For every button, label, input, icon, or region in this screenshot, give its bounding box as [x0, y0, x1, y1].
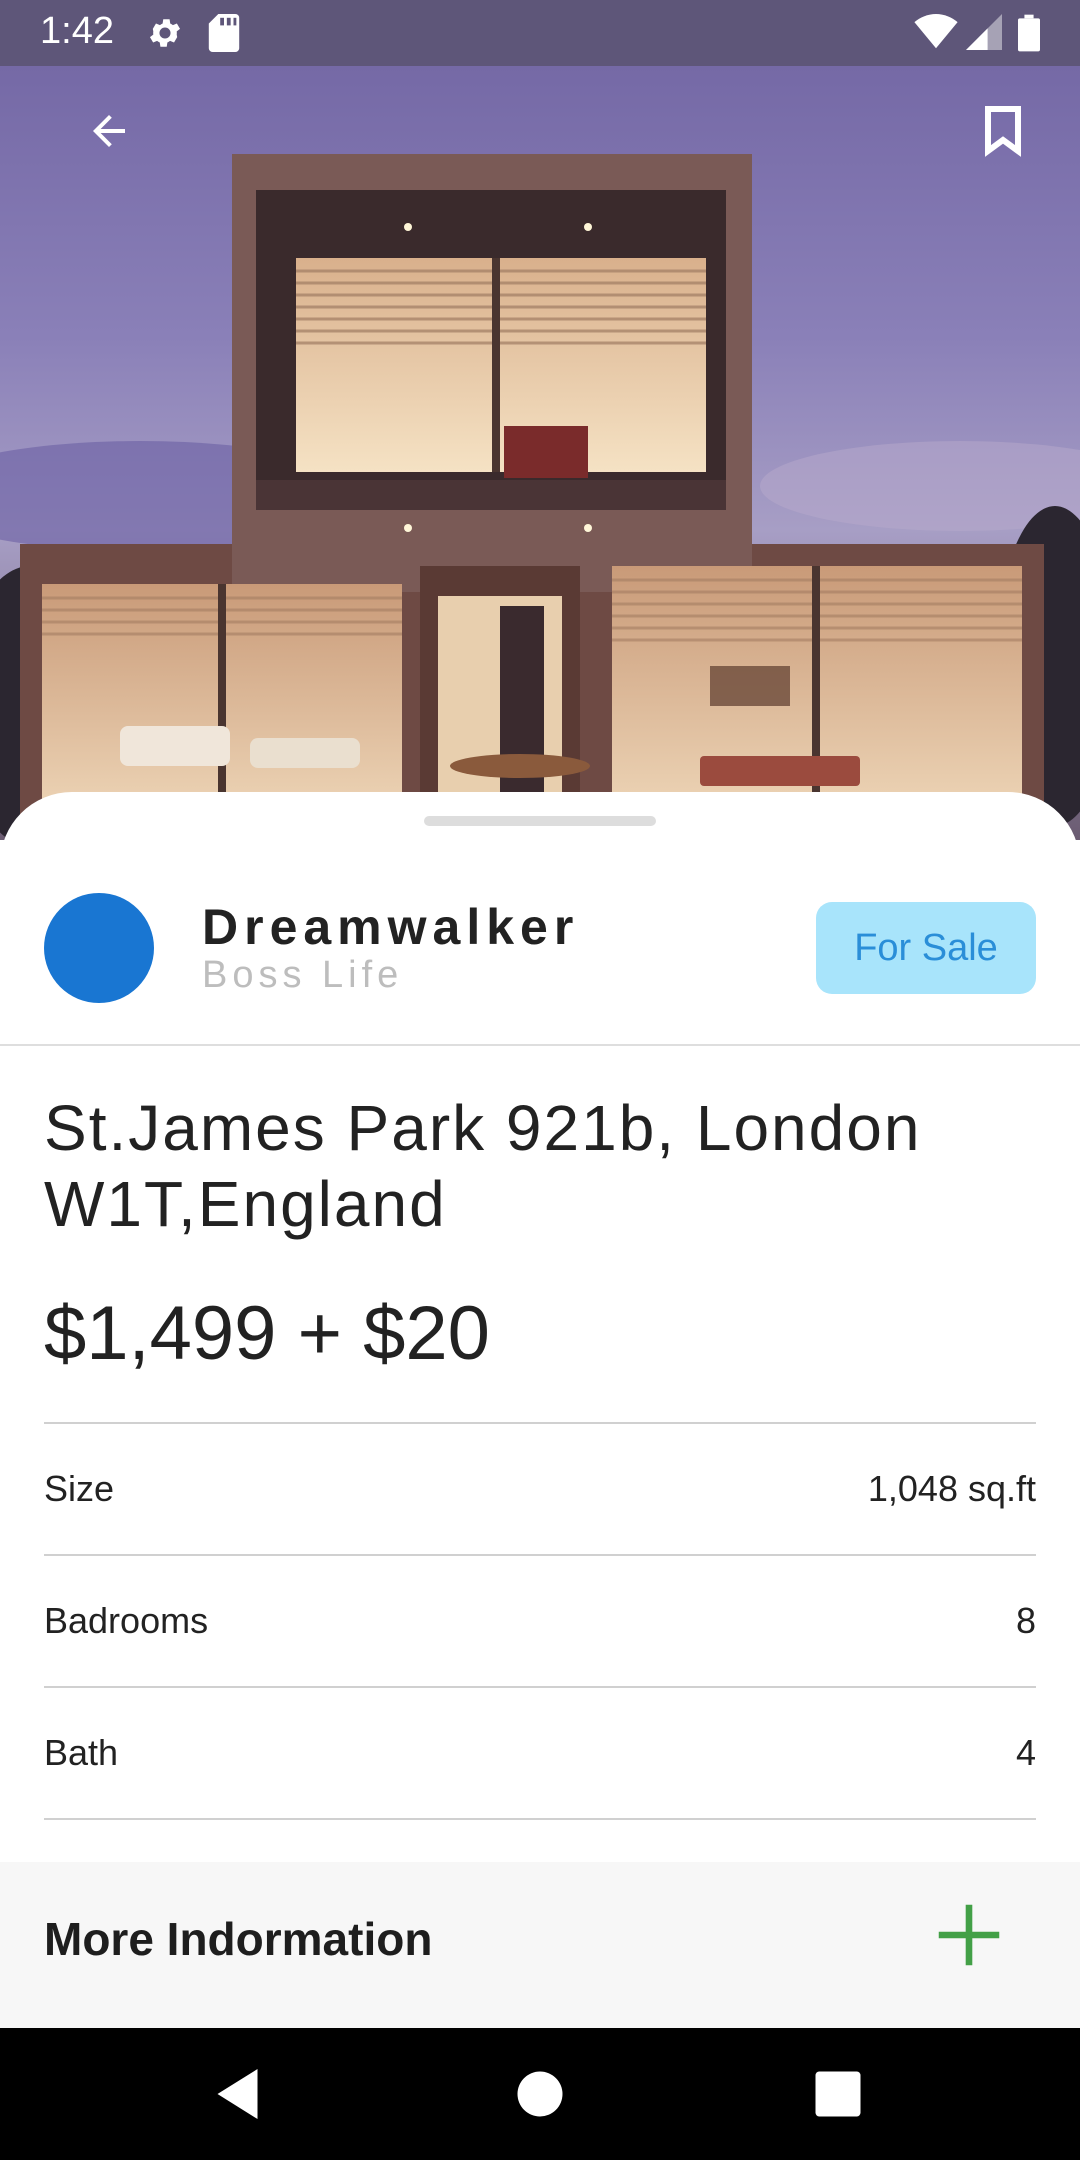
listing-sheet: Dreamwalker Boss Life For Sale St.James … [0, 792, 1080, 2028]
for-sale-button[interactable]: For Sale [816, 902, 1036, 994]
spec-label: Size [44, 1468, 115, 1509]
wifi-icon [914, 14, 958, 49]
nav-home-icon[interactable] [510, 2064, 570, 2124]
house-illustration [0, 154, 1080, 840]
signal-icon [966, 14, 1002, 50]
settings-icon [149, 19, 181, 47]
sd-card-icon [208, 14, 240, 52]
more-information-section[interactable]: More Indormation [0, 1862, 1080, 2028]
avatar[interactable] [44, 893, 154, 1003]
bookmark-button[interactable] [958, 86, 1048, 176]
nav-recents-icon[interactable] [808, 2064, 868, 2124]
spec-value: 1,048 sq.ft [867, 1468, 1036, 1509]
battery-icon [1018, 14, 1040, 52]
spec-label: Bath [44, 1732, 119, 1773]
property-address: St.James Park 921b, London W1T,England [44, 1092, 922, 1240]
back-button[interactable] [64, 86, 154, 176]
property-photo [0, 66, 1080, 840]
status-time: 1:42 [40, 10, 114, 52]
status-bar: 1:42 [0, 0, 1080, 66]
spec-row-bedrooms: Badrooms 8 [44, 1556, 1036, 1688]
spec-row-bath: Bath 4 [44, 1688, 1036, 1820]
spec-value: 8 [1015, 1600, 1036, 1641]
spec-label: Badrooms [44, 1600, 209, 1641]
more-information-label: More Indormation [44, 1913, 433, 1965]
spec-row-size: Size 1,048 sq.ft [44, 1424, 1036, 1556]
bookmark-icon [985, 106, 1021, 157]
plus-icon[interactable] [936, 1902, 1002, 1968]
agent-name: Dreamwalker [202, 899, 580, 955]
spec-value: 4 [1015, 1732, 1036, 1773]
system-navigation-bar [0, 2028, 1080, 2160]
back-arrow-icon [93, 115, 125, 147]
nav-back-icon[interactable] [210, 2064, 270, 2124]
agent-subtitle: Boss Life [202, 954, 404, 996]
property-price: $1,499 + $20 [44, 1291, 490, 1376]
spec-table: Size 1,048 sq.ft Badrooms 8 Bath 4 [44, 1422, 1036, 1820]
